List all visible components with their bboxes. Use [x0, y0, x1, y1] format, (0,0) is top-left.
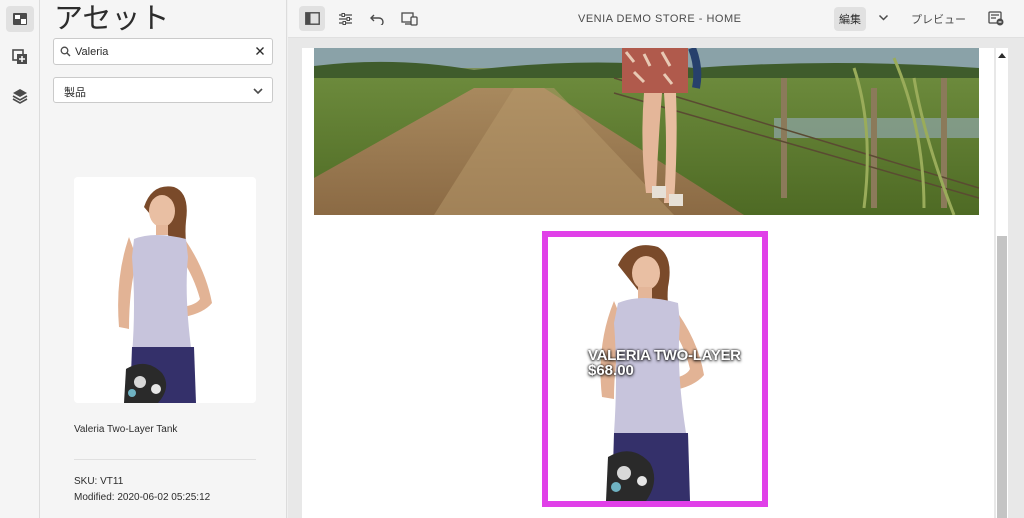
asset-modified: Modified: 2020-06-02 05:25:12: [74, 492, 211, 503]
edit-mode-button[interactable]: 編集: [834, 7, 866, 31]
undo-icon: [370, 14, 384, 25]
layers-icon: [12, 89, 28, 104]
undo-button[interactable]: [364, 6, 390, 31]
model-photo: [74, 177, 256, 403]
hero-image: [314, 48, 979, 215]
editor-canvas: VALERIA TWO-LAYER $68.00: [288, 38, 1024, 518]
clear-search-icon[interactable]: [254, 45, 266, 57]
asset-thumbnail[interactable]: [74, 177, 256, 403]
product-price: $68.00: [588, 362, 634, 379]
page-title: VENIA DEMO STORE - HOME: [578, 13, 742, 25]
asset-finder-button[interactable]: [6, 6, 34, 32]
product-teaser-selected[interactable]: VALERIA TWO-LAYER $68.00: [542, 231, 768, 507]
side-panel-icon: [304, 12, 320, 25]
assets-icon: [13, 13, 27, 25]
search-input[interactable]: [75, 43, 245, 61]
chevron-down-icon: [253, 88, 263, 95]
search-icon: [60, 46, 71, 57]
chevron-down-icon[interactable]: [878, 12, 889, 23]
preview-button[interactable]: プレビュー: [911, 11, 966, 27]
page-preview: VALERIA TWO-LAYER $68.00: [302, 48, 994, 518]
asset-panel: アセット 製品 Valeria Two-Layer Tank SKU: VT11…: [40, 0, 287, 518]
page-scrollbar[interactable]: [996, 48, 1008, 518]
editor-toolbar: VENIA DEMO STORE - HOME 編集 プレビュー: [288, 0, 1024, 38]
page-information-icon[interactable]: [988, 11, 1004, 26]
page-properties-button[interactable]: [332, 6, 358, 31]
scroll-thumb[interactable]: [997, 236, 1007, 518]
properties-icon: [338, 12, 352, 25]
devices-icon: [400, 11, 418, 26]
components-icon: [12, 49, 27, 64]
side-rail: [0, 0, 40, 518]
asset-type-select[interactable]: 製品: [53, 77, 273, 103]
panel-title: アセット: [54, 1, 170, 35]
components-button[interactable]: [6, 44, 34, 70]
product-image: [548, 237, 762, 501]
divider: [74, 459, 256, 460]
asset-type-value: 製品: [64, 86, 86, 99]
content-tree-button[interactable]: [6, 83, 34, 109]
asset-search[interactable]: [53, 38, 273, 65]
emulator-button[interactable]: [396, 6, 422, 31]
scroll-up-icon[interactable]: [998, 52, 1006, 58]
asset-name: Valeria Two-Layer Tank: [74, 424, 178, 435]
toggle-side-panel-button[interactable]: [299, 6, 325, 31]
hero-banner[interactable]: [314, 48, 979, 215]
asset-sku: SKU: VT11: [74, 476, 124, 487]
